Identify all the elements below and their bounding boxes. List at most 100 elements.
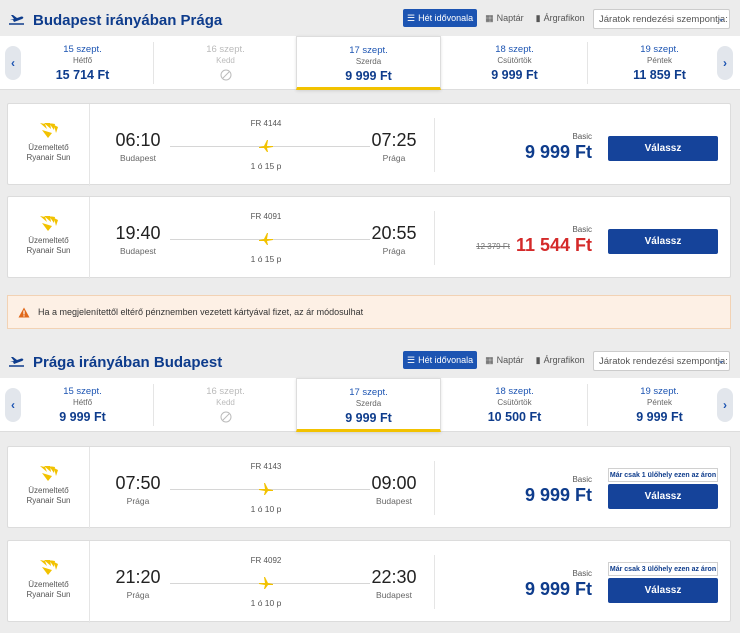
inbound-title-text: Prága irányában Budapest [33,353,223,371]
inbound-view-toggle: ☰ Hét idővonala ▦ Naptár ▮ Árgrafikon [403,351,589,369]
date-price: 9 999 Ft [59,410,106,424]
departure-time: 21:20 [115,567,161,587]
calendar-button[interactable]: ▦ Naptár [481,351,528,369]
flight-times: FR 4143 07:50 Prága 1 ó 10 p 09:00 Budap… [98,447,434,529]
outbound-title-text: Budapest irányában Prága [33,11,223,29]
flight-card: Üzemeltető Ryanair Sun FR 4144 06:10 Bud… [7,103,731,186]
weekday-label: Hétfő [72,56,93,65]
flight-times: FR 4091 19:40 Budapest 1 ó 15 p 20:55 Pr… [98,197,434,279]
date-label: 18 szept. [495,44,534,55]
flight-card: Üzemeltető Ryanair Sun FR 4091 19:40 Bud… [7,196,731,279]
date-label: 16 szept. [206,386,245,397]
next-week-arrow[interactable]: › [717,46,733,80]
arrival: 07:25 Prága [354,130,434,163]
flight-number: FR 4144 [250,119,282,128]
operator-name: Ryanair Sun [26,246,71,255]
weekday-label: Csütörtök [497,398,532,407]
airline-info: Üzemeltető Ryanair Sun [8,541,90,623]
date-label: 18 szept. [495,386,534,397]
price-box: Basic 9 999 Ft [525,132,592,163]
plane-icon [259,483,273,495]
calendar-icon: ▦ [485,354,494,365]
date-cell-1: 16 szept. Kedd [153,36,298,90]
week-timeline-label: Hét idővonala [418,355,474,365]
date-label: 17 szept. [349,45,388,56]
date-cell-4[interactable]: 19 szept. Péntek 11 859 Ft [587,36,732,90]
date-cell-0[interactable]: 15 szept. Hétfő 9 999 Ft [10,378,155,432]
operator-label: Üzemeltető [28,580,69,589]
departure: 19:40 Budapest [98,223,178,256]
outbound-view-toggle: ☰ Hét idővonala ▦ Naptár ▮ Árgrafikon [403,9,589,27]
date-cell-1: 16 szept. Kedd [153,378,298,432]
outbound-sort-select[interactable]: Járatok rendezési szempontja: ⌄ [593,9,730,29]
departure-time: 07:50 [115,473,161,493]
airline-info: Üzemeltető Ryanair Sun [8,197,90,279]
select-flight-button[interactable]: Válassz [608,578,718,603]
select-flight-button[interactable]: Válassz [608,136,718,161]
date-cell-2-selected[interactable]: 17 szept. Szerda 9 999 Ft [296,36,441,90]
fare-type: Basic [572,475,592,484]
flight-price-row: 12 379 Ft 11 544 Ft [476,235,592,256]
price-chart-label: Árgrafikon [543,13,585,23]
arrival-city: Prága [382,246,406,256]
date-cell-2-selected[interactable]: 17 szept. Szerda 9 999 Ft [296,378,441,432]
plane-departure-icon [9,357,24,367]
list-icon: ☰ [407,12,416,23]
inbound-header: Prága irányában Budapest ☰ Hét idővonala … [0,349,740,375]
flight-number: FR 4143 [250,462,282,471]
arrival-time: 07:25 [371,130,417,150]
operator-name: Ryanair Sun [26,496,71,505]
outbound-header: Budapest irányában Prága ☰ Hét idővonala … [0,7,740,33]
departure-city: Prága [126,590,150,600]
select-flight-button[interactable]: Válassz [608,229,718,254]
date-cell-0[interactable]: 15 szept. Hétfő 15 714 Ft [10,36,155,90]
outbound-date-strip: ‹ 15 szept. Hétfő 15 714 Ft 16 szept. Ke… [0,36,740,90]
operator-label: Üzemeltető [28,143,69,152]
flight-price: 9 999 Ft [524,142,592,162]
outbound-title: Budapest irányában Prága [8,7,222,33]
flight-price: 9 999 Ft [524,579,592,599]
weekday-label: Péntek [647,398,672,407]
week-timeline-button[interactable]: ☰ Hét idővonala [403,351,478,369]
operator-label: Üzemeltető [28,236,69,245]
weekday-label: Csütörtök [497,56,532,65]
departure-time: 06:10 [115,130,161,150]
flight-times: FR 4092 21:20 Prága 1 ó 10 p 22:30 Budap… [98,541,434,623]
date-cell-4[interactable]: 19 szept. Péntek 9 999 Ft [587,378,732,432]
price-chart-button[interactable]: ▮ Árgrafikon [532,351,589,369]
date-cell-3[interactable]: 18 szept. Csütörtök 10 500 Ft [442,378,587,432]
departure: 06:10 Budapest [98,130,178,163]
price-chart-button[interactable]: ▮ Árgrafikon [532,9,589,27]
date-price: 9 999 Ft [636,410,683,424]
arrival-city: Budapest [376,496,412,506]
seats-left-badge: Már csak 3 ülőhely ezen az áron [608,562,718,576]
weekday-label: Kedd [216,56,235,65]
divider [434,118,435,172]
operator-name: Ryanair Sun [26,153,71,162]
date-label: 19 szept. [640,44,679,55]
warning-icon [18,307,30,317]
arrival-time: 09:00 [371,473,417,493]
weekday-label: Hétfő [72,398,93,407]
sort-select-label: Járatok rendezési szempontja: [599,13,728,25]
arrival-time: 22:30 [371,567,417,587]
ryanair-logo-icon [39,216,58,231]
calendar-label: Naptár [496,355,524,365]
inbound-date-strip: ‹ 15 szept. Hétfő 9 999 Ft 16 szept. Ked… [0,378,740,432]
chevron-down-icon: ⌄ [717,13,725,23]
select-flight-button[interactable]: Válassz [608,484,718,509]
week-timeline-label: Hét idővonala [418,13,474,23]
week-timeline-button[interactable]: ☰ Hét idővonala [403,9,478,27]
date-price: 9 999 Ft [491,68,538,82]
fare-type: Basic [572,569,592,578]
arrival: 09:00 Budapest [354,473,434,506]
ryanair-logo-icon [39,466,58,481]
calendar-button[interactable]: ▦ Naptár [481,9,528,27]
notice-text: Ha a megjelenítettől eltérő pénznemben v… [38,307,364,317]
list-icon: ☰ [407,354,416,365]
date-cell-3[interactable]: 18 szept. Csütörtök 9 999 Ft [442,36,587,90]
arrival-time: 20:55 [371,223,417,243]
next-week-arrow[interactable]: › [717,388,733,422]
inbound-sort-select[interactable]: Járatok rendezési szempontja: ⌄ [593,351,730,371]
divider [434,211,435,265]
